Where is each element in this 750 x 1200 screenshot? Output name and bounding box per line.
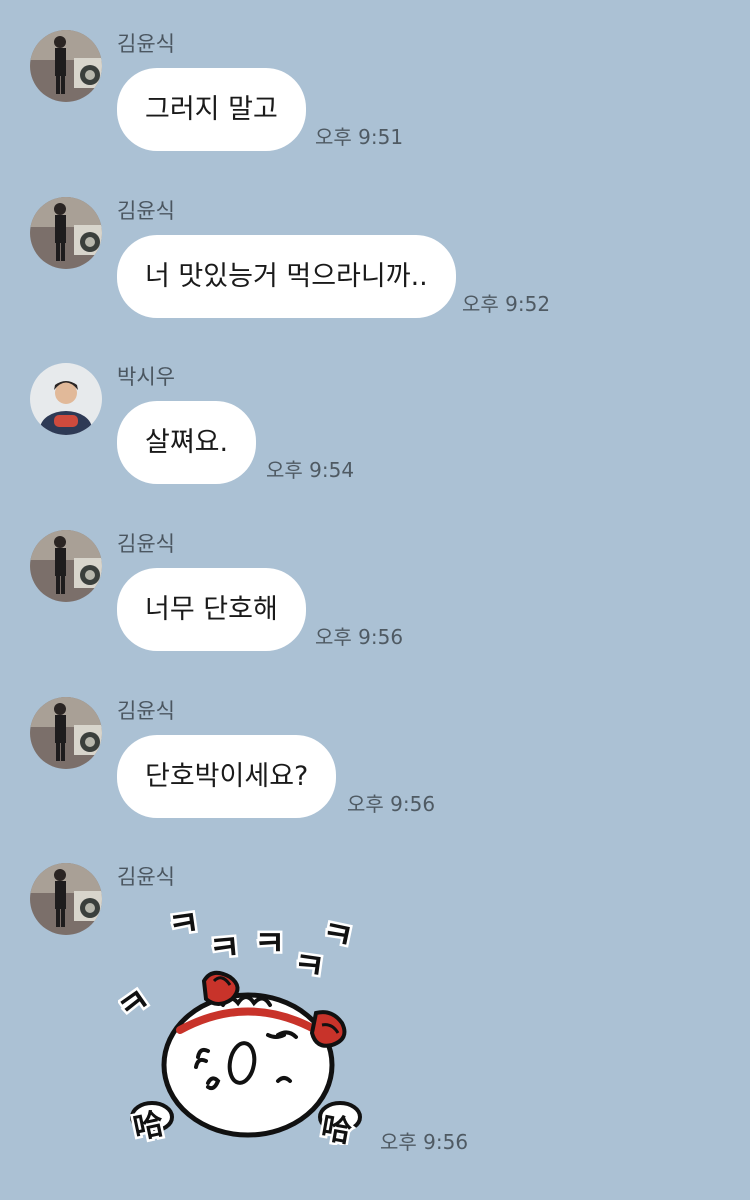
sender-avatar[interactable]	[30, 530, 102, 602]
sender-avatar[interactable]	[30, 30, 102, 102]
laugh-mark: ㅋ	[318, 913, 357, 959]
message-bubble[interactable]: 그러지 말고	[117, 68, 306, 151]
person-photo-icon	[30, 530, 102, 602]
sender-name: 김윤식	[117, 865, 175, 889]
message-time: 오후 9:54	[266, 458, 355, 482]
message-bubble[interactable]: 살쪄요.	[117, 401, 257, 484]
laugh-mark: ㅋ	[118, 980, 159, 1031]
chat-room-messages: 김윤식 그러지 말고 오후 9:51 김윤식 너 맛있능거 먹으라니까.. 오후…	[0, 0, 750, 1200]
sender-avatar[interactable]	[30, 697, 102, 769]
sender-avatar[interactable]	[30, 363, 102, 435]
person-photo-icon	[30, 30, 102, 102]
laugh-mark: ㅋ	[166, 905, 203, 947]
message-time: 오후 9:56	[315, 625, 404, 649]
message-time: 오후 9:52	[462, 292, 551, 316]
sender-name: 김윤식	[117, 199, 175, 223]
person-photo-icon	[30, 197, 102, 269]
sender-name: 박시우	[117, 365, 175, 389]
sender-name: 김윤식	[117, 532, 175, 556]
sender-avatar[interactable]	[30, 197, 102, 269]
sticker-message[interactable]: ㅋ ㅋ ㅋ ㅋ ㅋ ㅋ 哈 哈	[108, 900, 368, 1153]
message-time: 오후 9:56	[380, 1130, 469, 1154]
laughing-dumpling-sticker-icon: ㅋ ㅋ ㅋ ㅋ ㅋ ㅋ 哈 哈	[108, 900, 362, 1153]
message-time: 오후 9:51	[315, 125, 404, 149]
message-time: 오후 9:56	[347, 792, 436, 816]
person-photo-icon	[30, 697, 102, 769]
sender-avatar[interactable]	[30, 863, 102, 935]
laugh-mark: ㅋ	[254, 924, 285, 964]
person-photo-icon	[30, 363, 102, 435]
laugh-mark: ㅋ	[207, 927, 242, 970]
message-bubble[interactable]: 너 맛있능거 먹으라니까..	[117, 235, 456, 318]
message-bubble[interactable]: 단호박이세요?	[117, 735, 337, 818]
message-bubble[interactable]: 너무 단호해	[117, 568, 306, 651]
sender-name: 김윤식	[117, 32, 175, 56]
sender-name: 김윤식	[117, 699, 175, 723]
laugh-mark: 哈	[319, 1110, 355, 1145]
person-photo-icon	[30, 863, 102, 935]
